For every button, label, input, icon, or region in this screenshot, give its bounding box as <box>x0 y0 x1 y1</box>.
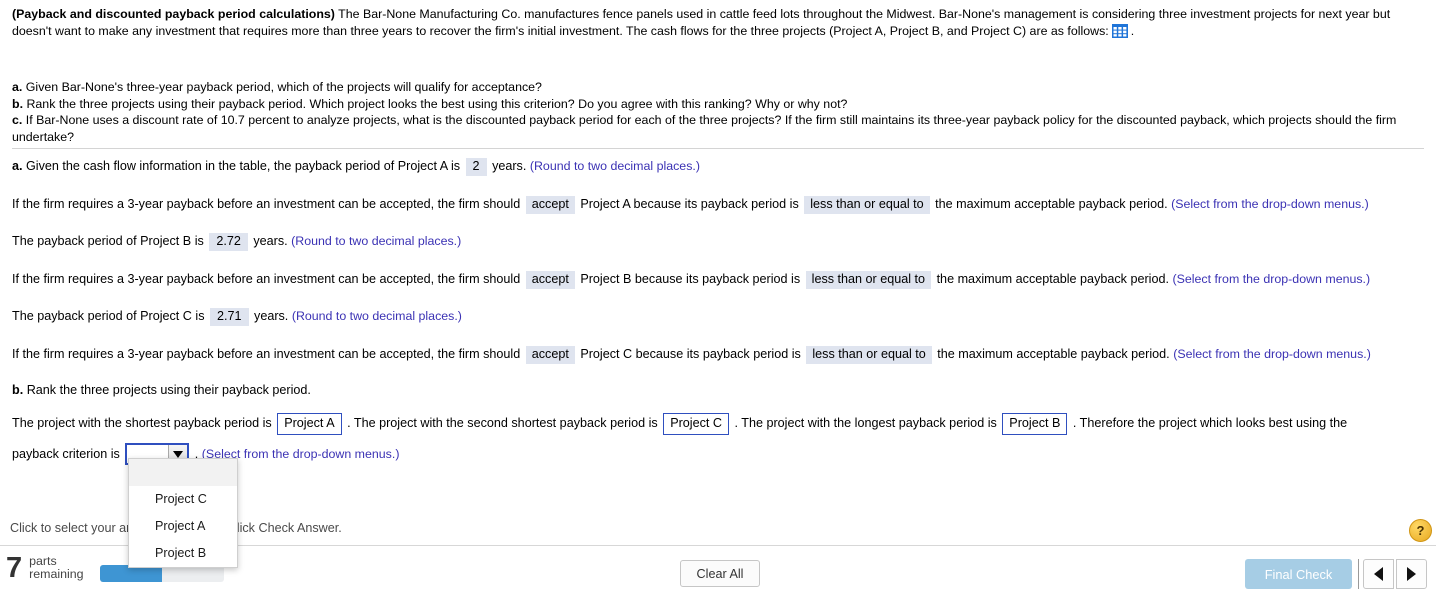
compare-a-dropdown[interactable]: less than or equal to <box>804 195 930 214</box>
rank-suffix: . Therefore the project which looks best… <box>1072 416 1348 430</box>
accept-a-dropdown[interactable]: accept <box>525 195 575 214</box>
parts-remaining-line1: parts <box>29 553 57 568</box>
subpart-c-letter: c. <box>12 113 23 128</box>
payback-b-suffix: years. <box>253 234 288 248</box>
criterion-prefix: payback criterion is <box>12 446 120 461</box>
answer-b-question: Rank the three projects using their payb… <box>26 383 311 397</box>
previous-button[interactable] <box>1363 559 1394 589</box>
accept-b-middle: Project B because its payback period is <box>580 271 801 286</box>
rank-prefix: The project with the shortest payback pe… <box>12 416 272 430</box>
accept-a-hint: (Select from the drop-down menus.) <box>1171 196 1369 211</box>
answer-line-c-payback: The payback period of Project C is 2.71 … <box>12 308 1424 326</box>
answer-a-round-hint: (Round to two decimal places.) <box>529 159 700 173</box>
help-icon[interactable]: ? <box>1409 519 1432 542</box>
parts-remaining-line2: remaining <box>29 567 84 581</box>
subpart-b-prompt: b. Rank the three projects using their p… <box>12 383 1424 397</box>
second-shortest-payback-dropdown[interactable]: Project C <box>663 413 729 435</box>
problem-subparts: a. Given Bar-None's three-year payback p… <box>12 79 1424 145</box>
accept-c-suffix: the maximum acceptable payback period. <box>937 346 1170 361</box>
ranking-line: The project with the shortest payback pe… <box>12 413 1424 435</box>
accept-a-middle: Project A because its payback period is <box>580 196 799 211</box>
subpart-a-letter: a. <box>12 80 23 94</box>
accept-b-dropdown[interactable]: accept <box>525 270 575 289</box>
next-button[interactable] <box>1396 559 1427 589</box>
clear-all-button[interactable]: Clear All <box>680 560 760 587</box>
nav-separator <box>1358 559 1359 589</box>
accept-a-suffix: the maximum acceptable payback period. <box>935 196 1168 211</box>
answer-line-b-payback: The payback period of Project B is 2.72 … <box>12 233 1424 251</box>
subpart-a: a. Given Bar-None's three-year payback p… <box>12 79 1424 96</box>
accept-c-middle: Project C because its payback period is <box>580 346 801 361</box>
section-divider <box>12 148 1424 149</box>
accept-a-prefix: If the firm requires a 3-year payback be… <box>12 196 521 211</box>
subpart-c-text: If Bar-None uses a discount rate of 10.7… <box>12 113 1397 144</box>
parts-remaining-count: 7 <box>6 552 23 584</box>
shortest-payback-dropdown[interactable]: Project A <box>277 413 342 435</box>
accept-c-dropdown[interactable]: accept <box>525 345 575 364</box>
best-project-dropdown-list[interactable]: Project C Project A Project B <box>128 458 238 568</box>
answer-line-a: a. Given the cash flow information in th… <box>12 158 1424 176</box>
subpart-c: c. If Bar-None uses a discount rate of 1… <box>12 112 1424 145</box>
answer-a-letter: a. <box>12 159 23 173</box>
payback-b-round-hint: (Round to two decimal places.) <box>291 234 462 248</box>
dropdown-option-project-c[interactable]: Project C <box>129 486 237 513</box>
dropdown-option-blank[interactable] <box>129 459 237 486</box>
right-arrow-icon <box>1407 567 1416 581</box>
compare-b-dropdown[interactable]: less than or equal to <box>805 270 932 289</box>
problem-statement: (Payback and discounted payback period c… <box>12 6 1424 39</box>
table-icon[interactable] <box>1111 23 1128 38</box>
accept-b-hint: (Select from the drop-down menus.) <box>1172 271 1371 286</box>
payback-c-prefix: The payback period of Project C is <box>12 309 205 323</box>
payback-c-suffix: years. <box>254 309 289 323</box>
left-arrow-icon <box>1374 567 1383 581</box>
answer-a-suffix: years. <box>492 159 527 173</box>
compare-c-dropdown[interactable]: less than or equal to <box>806 345 932 364</box>
accept-line-a: If the firm requires a 3-year payback be… <box>12 195 1424 214</box>
answer-b-letter: b. <box>12 383 24 397</box>
exercise-page: (Payback and discounted payback period c… <box>0 0 1436 602</box>
subpart-b: b. Rank the three projects using their p… <box>12 96 1424 113</box>
dropdown-option-project-b[interactable]: Project B <box>129 540 237 567</box>
dropdown-option-project-a[interactable]: Project A <box>129 513 237 540</box>
accept-c-hint: (Select from the drop-down menus.) <box>1173 346 1371 361</box>
longest-payback-dropdown[interactable]: Project B <box>1002 413 1068 435</box>
answer-a-prefix: Given the cash flow information in the t… <box>26 159 461 173</box>
answer-area: a. Given the cash flow information in th… <box>12 158 1424 486</box>
rank-middle-1: . The project with the second shortest p… <box>347 416 658 430</box>
payback-b-prefix: The payback period of Project B is <box>12 234 204 248</box>
accept-line-c: If the firm requires a 3-year payback be… <box>12 345 1424 364</box>
parts-remaining: 7 parts remaining <box>6 553 84 583</box>
project-b-payback-input[interactable]: 2.72 <box>209 233 248 251</box>
subpart-a-text: Given Bar-None's three-year payback peri… <box>25 80 542 94</box>
problem-body-end: . <box>1130 23 1135 38</box>
payback-c-round-hint: (Round to two decimal places.) <box>291 309 462 323</box>
final-check-button[interactable]: Final Check <box>1245 559 1352 589</box>
problem-title: (Payback and discounted payback period c… <box>12 7 335 21</box>
project-a-payback-input[interactable]: 2 <box>465 158 487 176</box>
parts-remaining-label: parts remaining <box>29 553 84 582</box>
subpart-b-text: Rank the three projects using their payb… <box>26 96 848 111</box>
accept-c-prefix: If the firm requires a 3-year payback be… <box>12 346 521 361</box>
rank-middle-2: . The project with the longest payback p… <box>734 416 997 430</box>
subpart-b-letter: b. <box>12 96 24 111</box>
accept-b-suffix: the maximum acceptable payback period. <box>936 271 1169 286</box>
accept-line-b: If the firm requires a 3-year payback be… <box>12 270 1424 289</box>
project-c-payback-input[interactable]: 2.71 <box>210 308 249 326</box>
accept-b-prefix: If the firm requires a 3-year payback be… <box>12 271 521 286</box>
